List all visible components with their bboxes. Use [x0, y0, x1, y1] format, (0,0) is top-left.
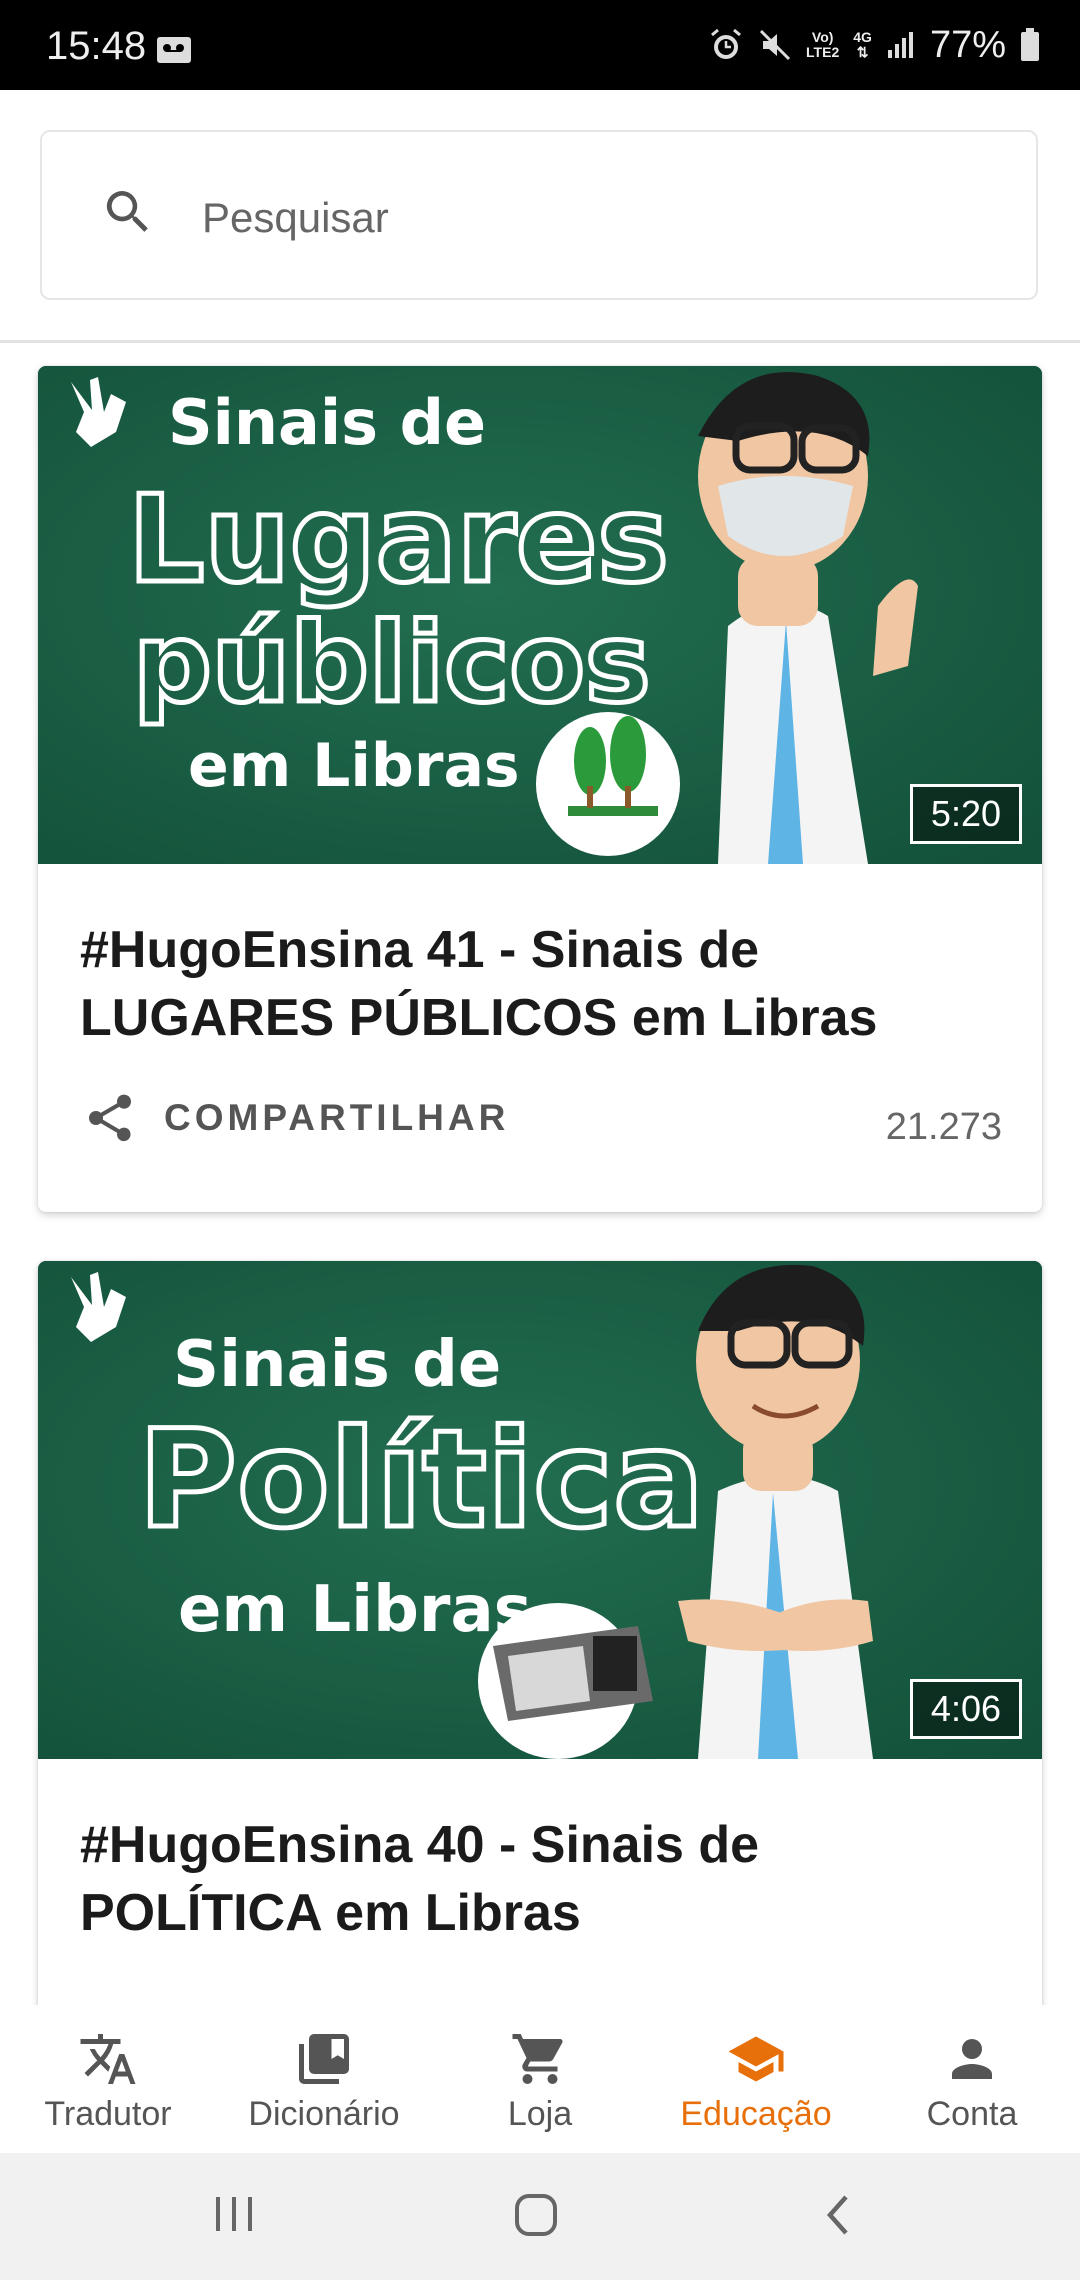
nav-educacao[interactable]: Educação [648, 2005, 864, 2153]
battery-icon [1021, 28, 1039, 61]
nav-label: Dicionário [248, 2095, 400, 2133]
search-icon [106, 191, 148, 232]
nav-conta[interactable]: Conta [864, 2005, 1080, 2153]
thumb-line1: Sinais de [173, 1328, 501, 1402]
thumb-line1: Sinais de [168, 386, 486, 459]
signal-icon [887, 32, 913, 58]
video-card[interactable]: Sinais de Política em Libras 4:06 #HugoE… [38, 1261, 1042, 2021]
translate-icon [80, 2034, 136, 2084]
video-card[interactable]: Sinais de Lugares públicos em Libras 5:2… [38, 366, 1042, 1212]
volte-bottom: LTE2 [806, 44, 840, 60]
voicemail-icon [157, 37, 191, 63]
person-icon [952, 2039, 992, 2079]
video-title[interactable]: #HugoEnsina 40 - Sinais de POLÍTICA em L… [80, 1811, 1010, 1947]
nav-label: Conta [926, 2095, 1018, 2133]
thumb-line3: em Libras [178, 1573, 532, 1647]
library-icon [299, 2034, 349, 2084]
thumb-line2: Política [138, 1401, 704, 1558]
share-button[interactable]: COMPARTILHAR [82, 1088, 509, 1148]
search-divider [0, 340, 1080, 343]
bottom-navigation: Tradutor Dicionário Loja Educação Conta [0, 2005, 1080, 2153]
nav-label: Educação [680, 2095, 832, 2133]
status-bar: 15:48 Vo) LTE2 4G ⇅ 77% [0, 0, 1080, 90]
thumbnail-art: Sinais de Lugares públicos em Libras [38, 366, 1042, 864]
thumb-line4: em Libras [188, 731, 520, 801]
alarm-icon [711, 28, 742, 59]
data-arrows-icon: ⇅ [856, 44, 869, 60]
nav-tradutor[interactable]: Tradutor [0, 2005, 216, 2153]
volte-indicator: Vo) LTE2 [806, 30, 839, 60]
duration-badge: 5:20 [909, 784, 1022, 844]
school-icon [728, 2036, 784, 2082]
nav-label: Loja [507, 2095, 573, 2133]
nav-dicionario[interactable]: Dicionário [216, 2005, 432, 2153]
nav-loja[interactable]: Loja [432, 2005, 648, 2153]
nav-label: Tradutor [44, 2095, 172, 2133]
search-input[interactable] [200, 172, 984, 264]
share-label: COMPARTILHAR [164, 1097, 510, 1138]
recent-apps-icon[interactable] [212, 2191, 256, 2237]
search-box[interactable] [40, 130, 1038, 300]
data-type: 4G [853, 29, 872, 45]
video-thumbnail[interactable]: Sinais de Lugares públicos em Libras 5:2… [38, 366, 1042, 864]
thumb-line2: Lugares [128, 471, 669, 610]
system-nav-bar [0, 2153, 1080, 2280]
status-icons: Vo) LTE2 4G ⇅ 77% [708, 22, 1040, 68]
duration-badge: 4:06 [909, 1679, 1022, 1739]
cart-icon [512, 2034, 563, 2084]
share-icon [89, 1094, 131, 1142]
mute-icon [759, 29, 791, 61]
park-icon [536, 712, 680, 856]
thumb-line3: públicos [133, 599, 650, 727]
video-title[interactable]: #HugoEnsina 41 - Sinais de LUGARES PÚBLI… [80, 916, 1010, 1052]
battery-percent: 77% [929, 23, 1006, 66]
volte-top: Vo) [811, 29, 834, 45]
video-thumbnail[interactable]: Sinais de Política em Libras 4:06 [38, 1261, 1042, 1759]
thumbnail-art: Sinais de Política em Libras [38, 1261, 1042, 1759]
status-time: 15:48 [46, 24, 147, 68]
back-icon[interactable] [818, 2191, 858, 2241]
data-indicator: 4G ⇅ [853, 30, 872, 60]
home-icon[interactable] [512, 2191, 562, 2241]
view-count: 21.273 [885, 1106, 1002, 1148]
